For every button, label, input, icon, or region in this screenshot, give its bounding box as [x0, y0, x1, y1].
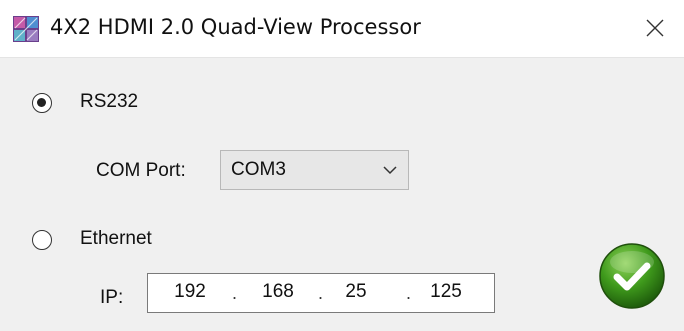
ip-separator: . — [406, 283, 412, 303]
confirm-button[interactable] — [598, 242, 666, 310]
ip-octet-3[interactable]: 25 — [326, 281, 386, 303]
com-port-label: COM Port: — [96, 160, 186, 181]
rs232-label[interactable]: RS232 — [80, 91, 138, 113]
chevron-down-icon — [383, 166, 397, 175]
ip-octet-1[interactable]: 192 — [160, 281, 220, 303]
ip-address-field[interactable]: 192 . 168 . 25 . 125 — [147, 273, 495, 313]
ip-octet-4[interactable]: 125 — [416, 281, 476, 303]
ip-octet-2[interactable]: 168 — [248, 281, 308, 303]
title-bar: 4X2 HDMI 2.0 Quad-View Processor — [0, 0, 684, 58]
radio-selected-dot — [37, 98, 46, 107]
ip-separator: . — [318, 283, 324, 303]
com-port-value: COM3 — [231, 159, 286, 180]
ethernet-label[interactable]: Ethernet — [80, 228, 152, 250]
rs232-radio[interactable] — [32, 93, 52, 113]
ip-separator: . — [232, 283, 238, 303]
ip-label: IP: — [100, 287, 124, 308]
ethernet-radio[interactable] — [32, 230, 52, 250]
app-icon — [13, 16, 39, 42]
close-icon[interactable] — [644, 17, 666, 39]
com-port-dropdown[interactable]: COM3 — [220, 150, 409, 190]
window-title: 4X2 HDMI 2.0 Quad-View Processor — [50, 15, 421, 39]
